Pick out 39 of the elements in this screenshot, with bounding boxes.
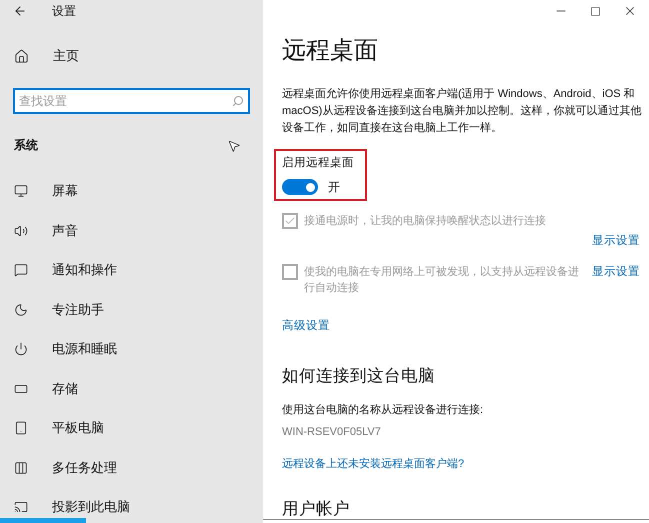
speaker-icon [14, 224, 28, 238]
home-nav-item[interactable]: 主页 [0, 46, 263, 66]
section-heading: 系统 [14, 137, 38, 154]
description: 远程桌面允许你使用远程桌面客户端(适用于 Windows、Android、iOS 和 macOS)从远程设备连接到这台电脑并加以控制。这样，你就可以通过其他设备工作，如同直接在这台电脑上工作一样。 [282, 86, 642, 136]
power-icon [14, 342, 28, 356]
nav-item[interactable]: 多任务处理 [0, 458, 263, 478]
pc-name: WIN-RSEV0F05LV7 [282, 424, 381, 440]
client-link[interactable]: 远程设备上还未安装远程桌面客户端? [282, 456, 464, 473]
projection-icon [14, 500, 28, 514]
nav-item[interactable]: 屏幕 [0, 181, 263, 201]
nav-item[interactable]: 平板电脑 [0, 418, 263, 438]
nav-item[interactable]: 投影到此电脑 [0, 497, 263, 517]
toggle-label: 启用远程桌面 [282, 156, 355, 171]
checkbox-label: 接通电源时，让我的电脑保持唤醒状态以进行连接 [304, 214, 547, 229]
tablet-icon [14, 421, 28, 435]
search-field[interactable]: 查找设置 [13, 88, 250, 114]
window-title: 设置 [52, 3, 76, 20]
connect-instructions: 使用这台电脑的名称从远程设备进行连接: [282, 402, 484, 418]
moon-icon [14, 302, 28, 316]
section-heading: 如何连接到这台电脑 [282, 366, 435, 386]
search-icon [232, 95, 244, 107]
mouse-cursor-icon [227, 139, 241, 153]
monitor-icon [14, 184, 28, 198]
nav-item[interactable]: 通知和操作 [0, 260, 263, 280]
check-icon [284, 215, 296, 227]
home-icon [14, 48, 29, 64]
nav-item[interactable]: 专注助手 [0, 300, 263, 320]
nav-item[interactable]: 电源和睡眠 [0, 339, 263, 359]
toggle-state: 开 [328, 179, 340, 196]
toggle-switch[interactable] [282, 179, 318, 196]
checkbox-label: 使我的电脑在专用网络上可被发现，以支持从远程设备进行自动连接 [304, 264, 580, 296]
advanced-settings-link[interactable]: 高级设置 [282, 318, 330, 336]
multitask-icon [14, 460, 28, 474]
page-title: 远程桌面 [282, 36, 378, 66]
speech-bubble-icon [14, 263, 28, 277]
maximize-icon[interactable] [590, 6, 601, 16]
nav-item[interactable]: 声音 [0, 220, 263, 240]
nav-item[interactable]: 存储 [0, 378, 263, 398]
section-heading: 用户帐户 [282, 498, 350, 519]
